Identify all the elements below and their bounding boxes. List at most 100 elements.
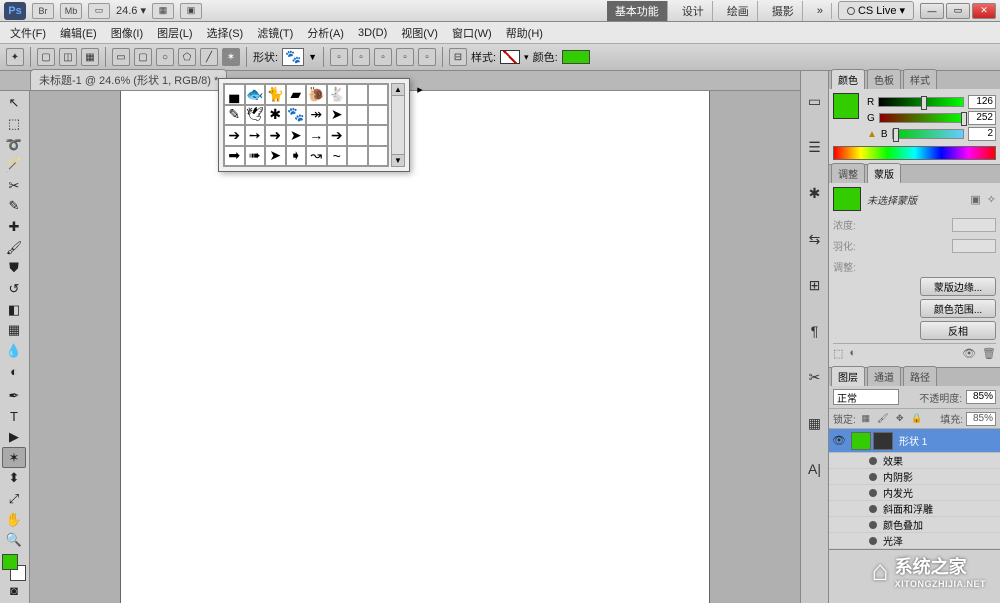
invert-button[interactable]: 反相: [920, 321, 996, 340]
options-color-swatch[interactable]: [562, 50, 590, 64]
type-tool[interactable]: T: [2, 406, 26, 427]
layer-mask-thumbnail[interactable]: [873, 432, 893, 450]
shape-cell[interactable]: ~: [327, 146, 348, 167]
tab-adjustments[interactable]: 调整: [831, 163, 865, 183]
mode-shape-layer-icon[interactable]: ▢: [37, 48, 55, 66]
nav-panel-icon[interactable]: ⊞: [805, 275, 825, 295]
document-tab[interactable]: 未标题-1 @ 24.6% (形状 1, RGB/8) *: [30, 69, 227, 90]
shape-cell[interactable]: ✱: [265, 105, 286, 126]
window-maximize[interactable]: ▭: [946, 3, 970, 19]
menu-3d[interactable]: 3D(D): [352, 25, 393, 41]
g-value[interactable]: 252: [968, 111, 996, 125]
shape-cell[interactable]: ➤: [265, 146, 286, 167]
arrange-docs-button[interactable]: ▦: [152, 3, 174, 19]
menu-help[interactable]: 帮助(H): [500, 23, 549, 43]
pixel-mask-icon[interactable]: ▣: [970, 193, 980, 206]
shape-cell[interactable]: ↠: [306, 105, 327, 126]
color-range-button[interactable]: 颜色范围...: [920, 299, 996, 318]
3d-tool[interactable]: ⬍: [2, 468, 26, 489]
shape-picker-flyout-icon[interactable]: ▸: [413, 83, 427, 96]
tab-paths[interactable]: 路径: [903, 366, 937, 386]
window-minimize[interactable]: —: [920, 3, 944, 19]
shape-roundrect-icon[interactable]: ▢: [134, 48, 152, 66]
combine-add-icon[interactable]: ▫: [352, 48, 370, 66]
fill-input[interactable]: 85%: [966, 412, 996, 426]
character-panel-icon[interactable]: ☰: [805, 137, 825, 157]
healing-tool[interactable]: ✚: [2, 217, 26, 238]
menu-view[interactable]: 视图(V): [395, 23, 444, 43]
r-value[interactable]: 126: [968, 95, 996, 109]
shape-ellipse-icon[interactable]: ○: [156, 48, 174, 66]
eraser-tool[interactable]: ◧: [2, 299, 26, 320]
layer-row[interactable]: 👁 形状 1: [829, 429, 1000, 453]
shape-cell[interactable]: 🕊: [245, 105, 266, 126]
glyphs-panel-icon[interactable]: A|: [805, 459, 825, 479]
workspace-photo[interactable]: 摄影: [764, 1, 803, 21]
fx-visibility-icon[interactable]: [869, 457, 877, 465]
mask-thumbnail[interactable]: [833, 187, 861, 211]
tab-styles[interactable]: 样式: [903, 69, 937, 89]
shape-custom-icon[interactable]: ✶: [222, 48, 240, 66]
style-swatch[interactable]: [500, 50, 520, 64]
shape-cell[interactable]: [347, 105, 368, 126]
quick-mask-tool[interactable]: ◙: [2, 581, 26, 602]
shape-cell[interactable]: ▰: [286, 84, 307, 105]
tab-color[interactable]: 颜色: [831, 69, 865, 89]
disable-mask-icon[interactable]: 👁: [962, 347, 976, 360]
screen-mode-button[interactable]: ▣: [180, 3, 202, 19]
mode-fill-icon[interactable]: ▦: [81, 48, 99, 66]
r-slider[interactable]: [878, 97, 964, 107]
3d-camera-tool[interactable]: ⤢: [2, 489, 26, 510]
spectrum-bar[interactable]: [833, 146, 996, 160]
shape-cell[interactable]: [368, 146, 389, 167]
combine-new-icon[interactable]: ▫: [330, 48, 348, 66]
lock-position-icon[interactable]: ✥: [893, 412, 907, 426]
combine-subtract-icon[interactable]: ▫: [374, 48, 392, 66]
shape-cell[interactable]: [347, 84, 368, 105]
zoom-tool[interactable]: 🔍: [2, 530, 26, 551]
shape-cell[interactable]: 🐌: [306, 84, 327, 105]
path-select-tool[interactable]: ▶: [2, 427, 26, 448]
menu-analyze[interactable]: 分析(A): [301, 23, 350, 43]
shape-cell[interactable]: [368, 105, 389, 126]
align-icon[interactable]: ⊟: [449, 48, 467, 66]
tool-preset-icon[interactable]: ✦: [6, 48, 24, 66]
fx-visibility-icon[interactable]: [869, 521, 877, 529]
apply-mask-icon[interactable]: ◐: [849, 347, 856, 360]
minibridge-button[interactable]: Mb: [60, 3, 82, 19]
shape-cell[interactable]: ↝: [306, 146, 327, 167]
shape-cell[interactable]: ▄: [224, 84, 245, 105]
opacity-input[interactable]: 85%: [966, 390, 996, 404]
cslive-button[interactable]: CS Live ▾: [838, 1, 914, 20]
tab-masks[interactable]: 蒙版: [867, 163, 901, 183]
paragraph-panel-icon[interactable]: ¶: [805, 321, 825, 341]
scroll-down-icon[interactable]: ▼: [392, 154, 404, 166]
shape-cell[interactable]: ➔: [224, 125, 245, 146]
crop-tool[interactable]: ✂: [2, 176, 26, 197]
shape-picker-dropdown-icon[interactable]: ▼: [308, 52, 317, 62]
zoom-level[interactable]: 24.6 ▾: [116, 4, 146, 17]
shape-cell[interactable]: ➙: [245, 125, 266, 146]
hand-tool[interactable]: ✋: [2, 509, 26, 530]
layer-name[interactable]: 形状 1: [895, 433, 927, 448]
foreground-background-colors[interactable]: [2, 554, 26, 580]
shape-cell[interactable]: [368, 125, 389, 146]
shape-cell[interactable]: ➜: [265, 125, 286, 146]
layer-thumbnail[interactable]: [851, 432, 871, 450]
delete-mask-icon[interactable]: 🗑: [982, 347, 996, 360]
blend-mode-select[interactable]: 正常: [833, 389, 899, 405]
shape-cell[interactable]: 🐾: [286, 105, 307, 126]
workspace-more[interactable]: »: [809, 3, 832, 19]
tab-layers[interactable]: 图层: [831, 366, 865, 386]
fx-item[interactable]: 内发光: [829, 485, 1000, 501]
shape-cell[interactable]: ➧: [286, 146, 307, 167]
menu-image[interactable]: 图像(I): [105, 23, 149, 43]
fx-visibility-icon[interactable]: [869, 489, 877, 497]
view-extras-button[interactable]: ▭: [88, 3, 110, 19]
fx-item[interactable]: 颜色叠加: [829, 517, 1000, 533]
history-brush-tool[interactable]: ↺: [2, 279, 26, 300]
workspace-design[interactable]: 设计: [674, 1, 713, 21]
visibility-icon[interactable]: 👁: [829, 434, 849, 447]
history-panel-icon[interactable]: ▭: [805, 91, 825, 111]
shape-cell[interactable]: 🐈: [265, 84, 286, 105]
